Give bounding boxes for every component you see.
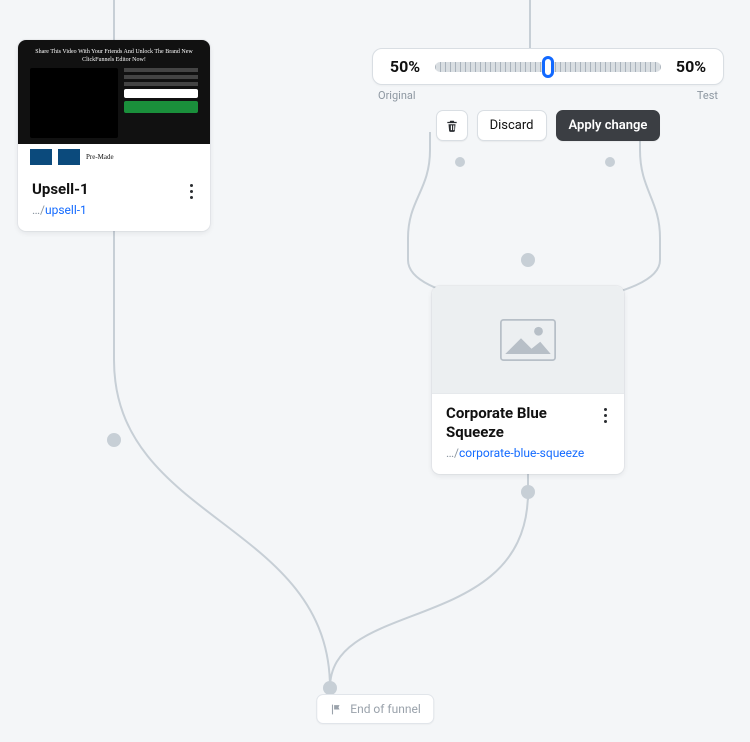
split-original-label: Original	[378, 89, 416, 102]
apply-change-button[interactable]: Apply change	[556, 110, 661, 141]
split-test-slider-row: 50% 50%	[372, 48, 724, 85]
split-slider[interactable]	[435, 58, 661, 76]
page-thumbnail: Share This Video With Your Friends And U…	[18, 40, 210, 170]
split-test-control: 50% 50% Original Test Discard Apply chan…	[372, 48, 724, 141]
page-path[interactable]: …/upsell-1	[32, 203, 198, 217]
discard-button[interactable]: Discard	[477, 110, 547, 141]
thumbnail-footer-label: Pre-Made	[86, 153, 114, 161]
trash-icon	[445, 118, 459, 134]
split-original-pct: 50%	[383, 57, 427, 76]
split-test-pct: 50%	[669, 57, 713, 76]
end-of-funnel-node[interactable]: End of funnel	[316, 694, 434, 724]
page-thumbnail-placeholder	[432, 286, 624, 394]
image-placeholder-icon	[500, 319, 556, 361]
page-title: Corporate Blue Squeeze	[446, 404, 612, 442]
card-menu-button[interactable]	[182, 180, 200, 202]
split-actions: Discard Apply change	[372, 110, 724, 141]
split-test-label: Test	[697, 89, 718, 102]
flag-icon	[329, 703, 342, 716]
end-of-funnel-label: End of funnel	[350, 702, 421, 716]
page-title: Upsell-1	[32, 180, 198, 199]
page-card-upsell-1[interactable]: Share This Video With Your Friends And U…	[18, 40, 210, 231]
page-path[interactable]: …/corporate-blue-squeeze	[446, 446, 612, 460]
slider-thumb[interactable]	[542, 56, 554, 78]
thumbnail-headline: Share This Video With Your Friends And U…	[18, 40, 210, 68]
delete-split-button[interactable]	[436, 110, 468, 141]
card-menu-button[interactable]	[596, 404, 614, 426]
page-card-corporate-blue-squeeze[interactable]: Corporate Blue Squeeze …/corporate-blue-…	[432, 286, 624, 474]
